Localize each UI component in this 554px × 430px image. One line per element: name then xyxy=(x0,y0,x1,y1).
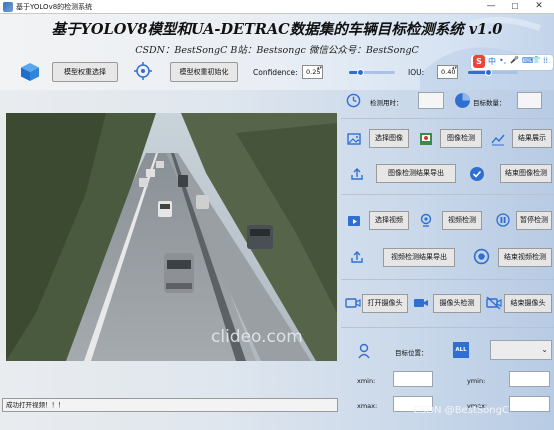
panel-divider xyxy=(341,118,554,119)
ime-lang-toggle[interactable]: 中 xyxy=(488,56,496,67)
clock-icon xyxy=(346,93,361,108)
confidence-slider[interactable] xyxy=(349,69,395,76)
export-video-result-button[interactable]: 视频检测结果导出 xyxy=(383,248,455,267)
camera-icon xyxy=(345,298,361,308)
select-image-button[interactable]: 选择图像 xyxy=(369,129,409,148)
ime-toolbar: S 中 •, 🎤 ⌨ 👕 ⁞⁞ xyxy=(471,55,553,70)
panel-divider xyxy=(341,194,554,195)
ime-punct-icon[interactable]: •, xyxy=(499,56,506,65)
csdn-watermark: CSDN @BestSongC xyxy=(413,405,509,416)
target-select-dropdown[interactable]: ⌄ xyxy=(490,340,552,360)
check-circle-icon xyxy=(470,167,484,181)
iou-spinbox[interactable]: 0.40 xyxy=(437,65,458,79)
pause-icon xyxy=(496,213,510,227)
chevron-down-icon: ⌄ xyxy=(541,345,548,354)
panel-divider xyxy=(341,327,554,328)
target-crosshair-icon xyxy=(134,62,152,80)
page-title: 基于YOLOV8模型和UA-DETRAC数据集的车辆目标检测系统 v1.0 xyxy=(51,21,503,38)
ymin-display xyxy=(509,371,550,387)
init-weights-button[interactable]: 模型权重初始化 xyxy=(170,62,238,82)
iou-label: IOU: xyxy=(408,68,425,77)
pie-chart-icon xyxy=(455,93,470,108)
camera-detect-button[interactable]: 摄像头检测 xyxy=(433,294,481,313)
select-weights-button[interactable]: 模型权重选择 xyxy=(52,62,118,82)
pause-detect-button[interactable]: 暂停检测 xyxy=(516,211,552,230)
camera-detect-icon xyxy=(414,299,428,307)
finish-camera-button[interactable]: 结束摄像头 xyxy=(504,294,552,313)
iou-slider-handle[interactable] xyxy=(484,69,492,76)
webcam-icon xyxy=(420,213,432,227)
export-image-result-button[interactable]: 图像检测结果导出 xyxy=(376,164,456,183)
ime-skin-icon[interactable]: 👕 xyxy=(532,56,541,64)
video-file-icon xyxy=(348,216,360,226)
video-detect-button[interactable]: 视频检测 xyxy=(442,211,482,230)
detection-time-label: 检测用时： xyxy=(370,99,403,107)
image-detect-button[interactable]: 图像检测 xyxy=(440,129,482,148)
target-count-label: 目标数量： xyxy=(473,99,506,107)
ime-mic-icon[interactable]: 🎤 xyxy=(510,56,519,64)
finish-video-detect-button[interactable]: 结束视频检测 xyxy=(498,248,552,267)
video-frame-image xyxy=(6,113,337,361)
image-detect-icon xyxy=(420,133,432,145)
ymin-label: ymin: xyxy=(467,377,486,385)
cube-icon xyxy=(21,63,39,81)
close-button[interactable]: ✕ xyxy=(530,0,548,14)
confidence-label: Confidence: xyxy=(253,68,298,77)
video-display: clideo.com xyxy=(6,113,337,361)
page-subtitle: CSDN：BestSongC B站：Bestsongc 微信公众号：BestSo… xyxy=(135,45,419,56)
panel-divider xyxy=(341,279,554,280)
ymax-display xyxy=(509,396,550,412)
app-icon xyxy=(3,2,13,12)
ime-logo-icon[interactable]: S xyxy=(473,55,485,68)
camera-off-icon xyxy=(486,296,502,310)
select-video-button[interactable]: 选择视频 xyxy=(369,211,409,230)
xmin-label: xmin: xyxy=(357,377,376,385)
window-title: 基于YOLOv8的检测系统 xyxy=(16,3,93,11)
stop-circle-icon xyxy=(473,248,490,265)
detection-time-display xyxy=(418,92,444,109)
open-camera-button[interactable]: 打开摄像头 xyxy=(362,294,408,313)
video-watermark: clideo.com xyxy=(211,327,303,347)
image-icon xyxy=(347,133,361,145)
xmin-display xyxy=(393,371,433,387)
show-result-button[interactable]: 结果展示 xyxy=(512,129,552,148)
confidence-spinbox[interactable]: 0.25 xyxy=(302,65,323,79)
maximize-button[interactable]: ☐ xyxy=(506,0,524,14)
confidence-slider-handle[interactable] xyxy=(357,69,364,76)
xmax-label: xmax: xyxy=(357,402,378,410)
iou-slider[interactable] xyxy=(468,69,518,76)
status-bar: 成功打开视频！！！ xyxy=(2,398,338,412)
export-icon xyxy=(351,251,363,263)
finish-image-detect-button[interactable]: 结束图像检测 xyxy=(500,164,552,183)
all-targets-icon: ALL xyxy=(453,342,469,358)
export-icon xyxy=(351,168,363,180)
target-position-label: 目标位置： xyxy=(395,349,428,357)
location-pin-icon xyxy=(358,343,370,359)
line-chart-icon xyxy=(491,134,505,146)
ime-menu-icon[interactable]: ⁞⁞ xyxy=(543,56,548,65)
target-count-display xyxy=(517,92,542,109)
minimize-button[interactable]: — xyxy=(482,0,500,14)
